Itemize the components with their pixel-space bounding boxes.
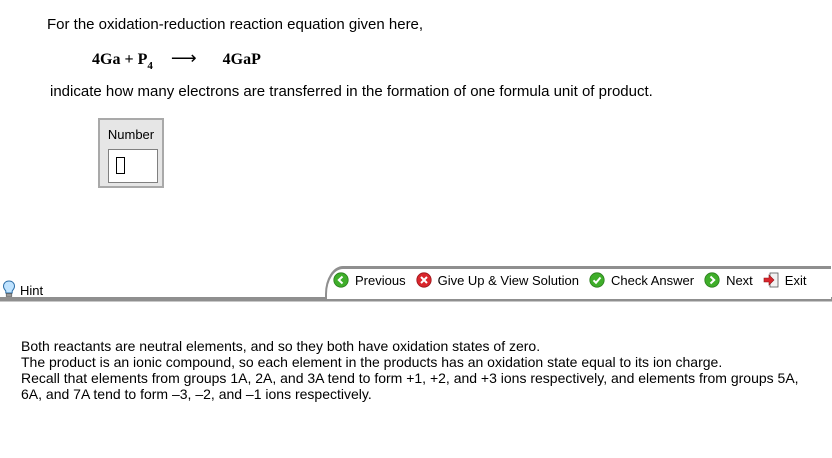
hint-explanation: Both reactants are neutral elements, and…: [21, 338, 821, 402]
question-instruction: indicate how many electrons are transfer…: [50, 83, 653, 100]
answer-label: Number: [107, 127, 155, 142]
give-up-button[interactable]: Give Up & View Solution: [415, 272, 579, 288]
explanation-line: Both reactants are neutral elements, and…: [21, 338, 541, 354]
number-input[interactable]: [108, 149, 158, 183]
hint-label: Hint: [20, 283, 44, 298]
hint-button[interactable]: Hint: [0, 279, 43, 299]
toolbar-divider-shadow: [0, 301, 832, 302]
exit-button[interactable]: Exit: [763, 272, 807, 288]
next-icon: [704, 272, 720, 288]
nav-toolbar: Previous Give Up & View Solution Check A…: [325, 266, 831, 299]
reaction-equation: 4Ga + P4 ⟶ 4GaP: [92, 48, 261, 72]
give-up-icon: [415, 272, 432, 288]
product: 4GaP: [222, 51, 261, 68]
text-cursor: [116, 157, 125, 174]
exit-icon: [763, 272, 779, 288]
reactant-2: P: [137, 51, 148, 68]
give-up-label: Give Up & View Solution: [437, 272, 579, 288]
explanation-line: Recall that elements from groups 1A, 2A,…: [21, 370, 799, 402]
plus-sign: +: [124, 51, 134, 68]
previous-icon: [333, 272, 349, 288]
previous-button[interactable]: Previous: [333, 272, 406, 288]
reactant-1: 4Ga: [92, 51, 121, 68]
explanation-line: The product is an ionic compound, so eac…: [21, 354, 723, 370]
previous-label: Previous: [355, 272, 406, 288]
check-answer-label: Check Answer: [610, 272, 695, 288]
question-intro: For the oxidation-reduction reaction equ…: [47, 16, 424, 33]
next-button[interactable]: Next: [704, 272, 753, 288]
check-answer-button[interactable]: Check Answer: [589, 272, 694, 288]
reaction-arrow: ⟶: [170, 48, 197, 68]
answer-box: Number: [98, 118, 164, 188]
next-label: Next: [726, 272, 753, 288]
reactant-2-subscript: 4: [147, 60, 153, 72]
exit-label: Exit: [784, 272, 807, 288]
lightbulb-icon: [2, 280, 16, 297]
check-icon: [589, 272, 605, 288]
